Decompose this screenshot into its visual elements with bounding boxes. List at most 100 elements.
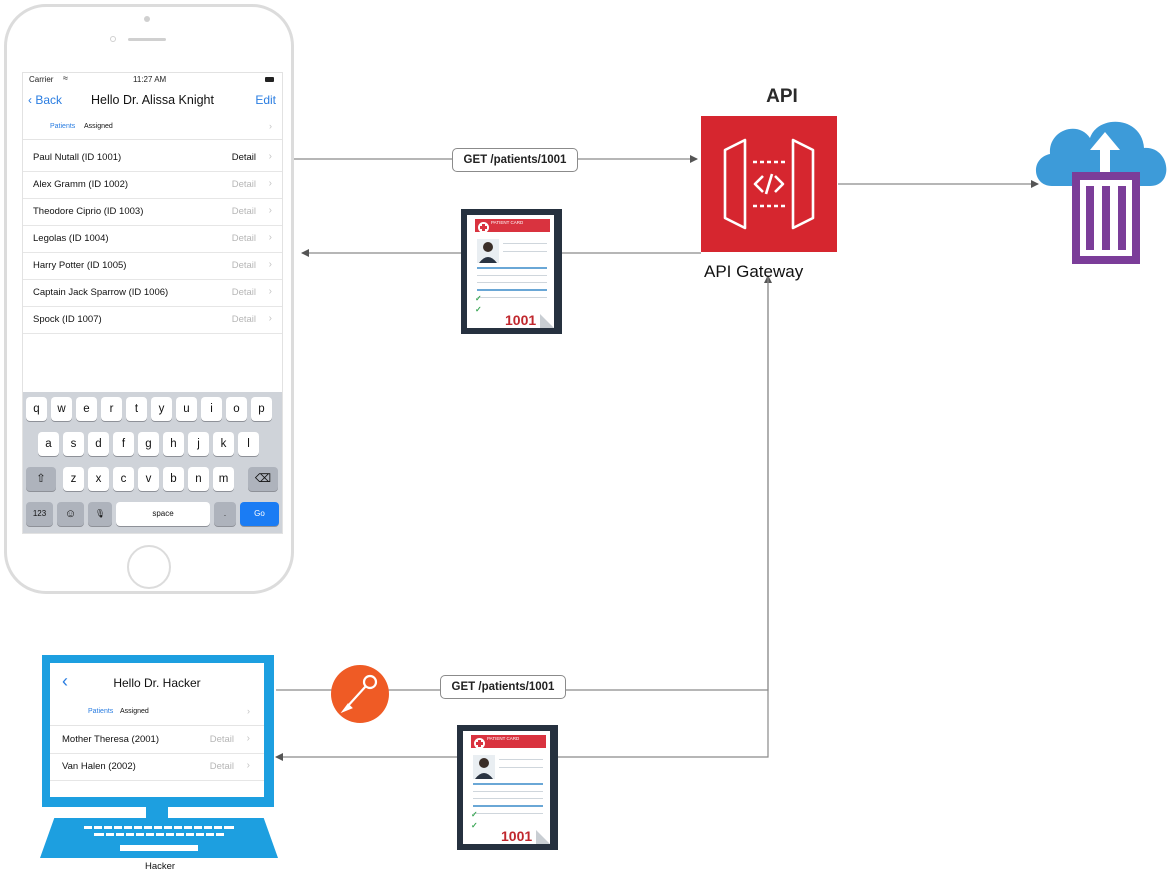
- detail-link[interactable]: Detail: [232, 314, 256, 325]
- mic-key[interactable]: 🎙: [88, 502, 112, 526]
- chevron-right-icon: ›: [268, 259, 272, 270]
- chevron-right-icon: ›: [268, 313, 272, 324]
- edit-button[interactable]: Edit: [255, 93, 276, 107]
- detail-link[interactable]: Detail: [232, 179, 256, 190]
- api-gateway-glyph: [723, 138, 815, 230]
- period-key[interactable]: .: [214, 502, 236, 526]
- check-icon: ✓: [471, 821, 478, 830]
- patient-card-number: 1001: [505, 312, 537, 328]
- patients-assigned-row[interactable]: Patients Assigned ›: [23, 117, 282, 140]
- patient-card-number: 1001: [501, 828, 533, 844]
- patient-card-icon: PATIENT CARD ✓ ✓ 1001: [457, 725, 558, 850]
- key[interactable]: d: [88, 432, 109, 456]
- phone-speaker-icon: [128, 38, 166, 41]
- key[interactable]: x: [88, 467, 109, 491]
- api-title: API: [766, 86, 798, 107]
- patient-row[interactable]: Van Halen (2002) Detail ›: [50, 753, 264, 781]
- key[interactable]: c: [113, 467, 134, 491]
- patient-name: Spock (ID 1007): [33, 314, 102, 325]
- patient-name: Paul Nutall (ID 1001): [33, 152, 122, 163]
- patient-row[interactable]: Captain Jack Sparrow (ID 1006) Detail ›: [23, 279, 282, 307]
- check-icon: ✓: [475, 305, 482, 314]
- detail-link[interactable]: Detail: [232, 152, 256, 163]
- carrier-label: Carrier: [29, 75, 54, 84]
- detail-link[interactable]: Detail: [232, 287, 256, 298]
- key[interactable]: i: [201, 397, 222, 421]
- detail-link[interactable]: Detail: [210, 734, 234, 745]
- chevron-right-icon: ›: [246, 760, 250, 771]
- key[interactable]: y: [151, 397, 172, 421]
- api-gateway-label: API Gateway: [704, 262, 804, 281]
- doctor-avatar-icon: [473, 755, 495, 779]
- key[interactable]: e: [76, 397, 97, 421]
- key[interactable]: a: [38, 432, 59, 456]
- key[interactable]: p: [251, 397, 272, 421]
- key[interactable]: l: [238, 432, 259, 456]
- delete-key[interactable]: ⌫: [248, 467, 278, 491]
- detail-link[interactable]: Detail: [232, 233, 256, 244]
- cloud-container-icon: [1035, 121, 1167, 264]
- patient-row[interactable]: Spock (ID 1007) Detail ›: [23, 306, 282, 334]
- shift-key[interactable]: ⇧: [26, 467, 56, 491]
- patient-name: Alex Gramm (ID 1002): [33, 179, 129, 190]
- key[interactable]: u: [176, 397, 197, 421]
- hacker-label: Hacker: [144, 861, 176, 872]
- phone-home-button[interactable]: [127, 545, 171, 589]
- key[interactable]: t: [126, 397, 147, 421]
- detail-link[interactable]: Detail: [210, 761, 234, 772]
- request-label-bottom: GET /patients/1001: [440, 675, 566, 699]
- patient-row[interactable]: Legolas (ID 1004) Detail ›: [23, 225, 282, 253]
- key[interactable]: v: [138, 467, 159, 491]
- key[interactable]: w: [51, 397, 72, 421]
- key[interactable]: s: [63, 432, 84, 456]
- key[interactable]: o: [226, 397, 247, 421]
- chevron-right-icon: ›: [268, 178, 272, 189]
- emoji-key[interactable]: ☺: [57, 502, 84, 526]
- key[interactable]: g: [138, 432, 159, 456]
- key[interactable]: j: [188, 432, 209, 456]
- go-key[interactable]: Go: [240, 502, 279, 526]
- key[interactable]: n: [188, 467, 209, 491]
- patient-row[interactable]: Theodore Ciprio (ID 1003) Detail ›: [23, 198, 282, 226]
- key[interactable]: q: [26, 397, 47, 421]
- patient-card-icon: PATIENT CARD ✓ ✓ 1001: [461, 209, 562, 334]
- patient-name: Mother Theresa (2001): [62, 734, 159, 745]
- patient-row[interactable]: Mother Theresa (2001) Detail ›: [50, 726, 264, 754]
- space-key[interactable]: space: [116, 502, 210, 526]
- patient-name: Captain Jack Sparrow (ID 1006): [33, 287, 169, 298]
- chevron-right-icon: ›: [246, 733, 250, 744]
- patient-row[interactable]: Alex Gramm (ID 1002) Detail ›: [23, 171, 282, 199]
- patient-row[interactable]: Paul Nutall (ID 1001) Detail ›: [23, 144, 282, 172]
- keyboard: q w e r t y u i o p a s d f g h j k l ⇧ …: [23, 392, 282, 533]
- chevron-right-icon: ›: [269, 121, 272, 131]
- detail-link[interactable]: Detail: [232, 206, 256, 217]
- patients-label: Patients: [88, 708, 114, 715]
- patient-card-header: PATIENT CARD: [487, 736, 520, 741]
- key[interactable]: h: [163, 432, 184, 456]
- doctor-avatar-icon: [477, 239, 499, 263]
- key[interactable]: m: [213, 467, 234, 491]
- patients-assigned-row[interactable]: Patients Assigned ›: [50, 701, 264, 726]
- patient-name: Van Halen (2002): [62, 761, 136, 772]
- page-title: Hello Dr. Alissa Knight: [91, 93, 214, 107]
- laptop-screen: ‹ Hello Dr. Hacker Patients Assigned › M…: [50, 663, 264, 797]
- postman-icon: [331, 665, 389, 723]
- key[interactable]: z: [63, 467, 84, 491]
- numbers-key[interactable]: 123: [26, 502, 53, 526]
- patient-name: Legolas (ID 1004): [33, 233, 109, 244]
- chevron-right-icon: ›: [247, 706, 250, 716]
- battery-icon: [265, 77, 274, 82]
- key[interactable]: k: [213, 432, 234, 456]
- patient-name: Harry Potter (ID 1005): [33, 260, 127, 271]
- chevron-right-icon: ›: [268, 286, 272, 297]
- key[interactable]: f: [113, 432, 134, 456]
- key[interactable]: r: [101, 397, 122, 421]
- phone-screen: Carrier ≈ 11:27 AM ‹ Back Hello Dr. Alis…: [22, 72, 283, 534]
- detail-link[interactable]: Detail: [232, 260, 256, 271]
- medical-cross-icon: [474, 738, 485, 749]
- key[interactable]: b: [163, 467, 184, 491]
- request-label-top: GET /patients/1001: [452, 148, 578, 172]
- patient-row[interactable]: Harry Potter (ID 1005) Detail ›: [23, 252, 282, 280]
- clock: 11:27 AM: [133, 75, 167, 84]
- phone-camera-icon: [144, 16, 150, 22]
